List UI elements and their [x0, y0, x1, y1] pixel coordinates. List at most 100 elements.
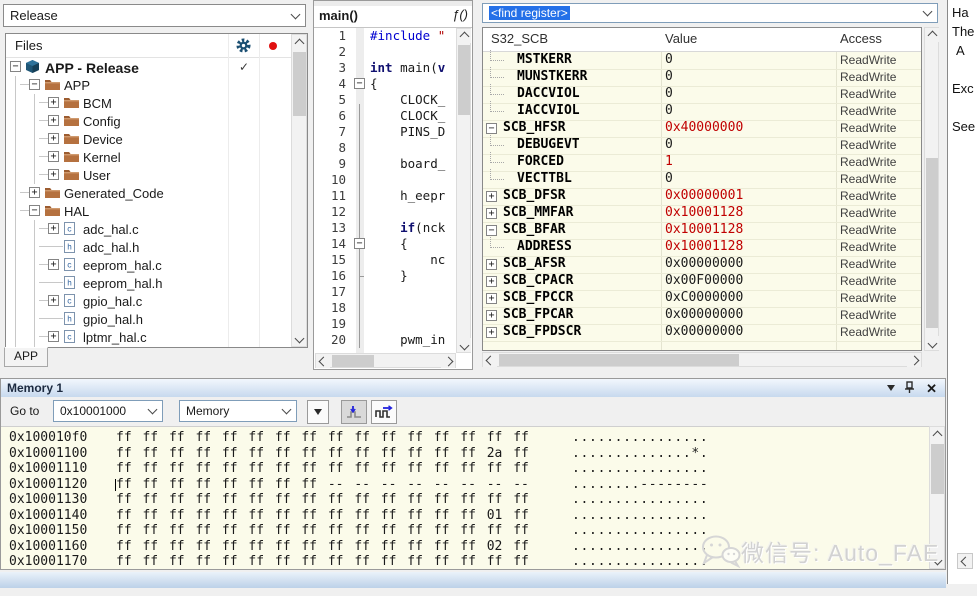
register-value[interactable]: 0x00000000	[665, 324, 743, 340]
expand-icon[interactable]: +	[48, 97, 59, 108]
expand-icon[interactable]: +	[486, 293, 497, 304]
code-line-2[interactable]: 2	[314, 44, 456, 60]
scroll-thumb[interactable]	[931, 444, 944, 494]
tree-item-adc-hal-h[interactable]: hadc_hal.h	[6, 238, 273, 256]
memory-options-dropdown-button[interactable]	[307, 400, 329, 424]
code-line-9[interactable]: 9 board_	[314, 156, 456, 172]
scroll-right-button[interactable]	[441, 354, 455, 368]
code-line-5[interactable]: 5 CLOCK_	[314, 92, 456, 108]
register-row-vecttbl[interactable]: VECTTBL0ReadWrite	[483, 171, 921, 189]
memory-title-bar[interactable]: Memory 1 ✕	[1, 379, 945, 398]
memory-bytes[interactable]: ff ff ff ff ff ff ff ff ff ff ff ff ff f…	[116, 523, 546, 539]
close-icon[interactable]: ✕	[926, 380, 937, 398]
chevron-down-icon[interactable]	[923, 7, 933, 17]
collapse-icon[interactable]: −	[29, 205, 40, 216]
register-row-scb_afsr[interactable]: +SCB_AFSR0x00000000ReadWrite	[483, 256, 921, 274]
tree-item-lptmr-hal-c[interactable]: +clptmr_hal.c	[6, 328, 273, 346]
register-value[interactable]: 1	[665, 154, 673, 170]
expand-icon[interactable]: +	[48, 331, 59, 342]
tree-item-bcm[interactable]: +BCM	[6, 94, 273, 112]
tree-item-user[interactable]: +User	[6, 166, 273, 184]
chevron-down-icon[interactable]	[291, 9, 301, 19]
scroll-right-button[interactable]	[907, 353, 921, 367]
find-register-combo[interactable]: <find register>	[482, 3, 938, 23]
memory-bytes[interactable]: ff ff ff ff ff ff ff ff ff ff ff ff ff f…	[116, 492, 546, 508]
expand-icon[interactable]: +	[486, 259, 497, 270]
fold-collapse-icon[interactable]: −	[354, 78, 365, 89]
register-row-mstkerr[interactable]: MSTKERR0ReadWrite	[483, 52, 921, 70]
expand-icon[interactable]: +	[48, 151, 59, 162]
expand-icon[interactable]: +	[48, 115, 59, 126]
expand-icon[interactable]: +	[486, 208, 497, 219]
scroll-left-button[interactable]	[483, 353, 497, 367]
scroll-up-button[interactable]	[925, 28, 939, 42]
memory-bytes[interactable]: ff ff ff ff ff ff ff ff -- -- -- -- -- -…	[116, 477, 546, 493]
scroll-down-button[interactable]	[925, 336, 939, 350]
register-value[interactable]: 0	[665, 137, 673, 153]
tree-item-kernel[interactable]: +Kernel	[6, 148, 273, 166]
code-line-3[interactable]: 3int main(v	[314, 60, 456, 76]
code-area[interactable]: 1#include "23int main(v4−{5 CLOCK_6 CLOC…	[314, 28, 456, 353]
expand-icon[interactable]: +	[486, 310, 497, 321]
scroll-thumb[interactable]	[458, 45, 470, 115]
gear-icon[interactable]	[236, 38, 251, 56]
memory-row-0x10001120[interactable]: 0x10001120ff ff ff ff ff ff ff ff -- -- …	[1, 477, 929, 493]
tree-item-gpio-hal-h[interactable]: hgpio_hal.h	[6, 310, 273, 328]
register-row-scb_dfsr[interactable]: +SCB_DFSR0x00000001ReadWrite	[483, 188, 921, 206]
scroll-down-button[interactable]	[457, 338, 471, 352]
collapse-icon[interactable]: −	[10, 61, 21, 72]
register-row-address[interactable]: ADDRESS0x10001128ReadWrite	[483, 239, 921, 257]
periodic-refresh-button[interactable]	[371, 400, 397, 424]
register-row-scb_fpccr[interactable]: +SCB_FPCCR0xC0000000ReadWrite	[483, 290, 921, 308]
register-row-scb_bfar[interactable]: −SCB_BFAR0x10001128ReadWrite	[483, 222, 921, 240]
register-value[interactable]: 0x10001128	[665, 205, 743, 221]
code-line-13[interactable]: 13 if(nck	[314, 220, 456, 236]
code-line-16[interactable]: 16 }	[314, 268, 456, 284]
tree-item-hal[interactable]: −HAL	[6, 202, 273, 220]
scroll-left-button[interactable]	[957, 553, 973, 569]
tree-item-gpio-hal-c[interactable]: +cgpio_hal.c	[6, 292, 273, 310]
code-line-4[interactable]: 4−{	[314, 76, 456, 92]
code-line-17[interactable]: 17	[314, 284, 456, 300]
collapse-icon[interactable]: −	[29, 79, 40, 90]
register-value[interactable]: 0	[665, 171, 673, 187]
build-config-selector[interactable]: Release	[3, 4, 306, 27]
collapse-icon[interactable]: −	[486, 123, 497, 134]
memory-bytes[interactable]: ff ff ff ff ff ff ff ff ff ff ff ff ff f…	[116, 554, 546, 569]
code-line-20[interactable]: 20 pwm_in	[314, 332, 456, 348]
register-value[interactable]: 0x00000001	[665, 188, 743, 204]
code-line-10[interactable]: 10	[314, 172, 456, 188]
memory-bytes[interactable]: ff ff ff ff ff ff ff ff ff ff ff ff ff f…	[116, 539, 546, 555]
tree-item-device[interactable]: +Device	[6, 130, 273, 148]
register-value[interactable]: 0	[665, 52, 673, 68]
code-line-1[interactable]: 1#include "	[314, 28, 456, 44]
editor-vertical-scrollbar[interactable]	[456, 28, 471, 353]
expand-icon[interactable]: +	[486, 276, 497, 287]
register-horizontal-scrollbar[interactable]	[482, 352, 922, 367]
register-value[interactable]: 0	[665, 103, 673, 119]
register-row-iaccviol[interactable]: IACCVIOL0ReadWrite	[483, 103, 921, 121]
register-value[interactable]: 0	[665, 86, 673, 102]
tree-item-eeprom-hal-h[interactable]: heeprom_hal.h	[6, 274, 273, 292]
function-navigation-bar[interactable]: main() ƒ()	[314, 6, 472, 28]
register-row-scb_mmfar[interactable]: +SCB_MMFAR0x10001128ReadWrite	[483, 205, 921, 223]
register-row-scb_hfsr[interactable]: −SCB_HFSR0x40000000ReadWrite	[483, 120, 921, 138]
code-line-19[interactable]: 19	[314, 316, 456, 332]
register-row-scb_fpcar[interactable]: +SCB_FPCAR0x00000000ReadWrite	[483, 307, 921, 325]
register-value[interactable]: 0x00F00000	[665, 273, 743, 289]
expand-icon[interactable]: +	[48, 295, 59, 306]
memory-row-0x10001140[interactable]: 0x10001140ff ff ff ff ff ff ff ff ff ff …	[1, 508, 929, 524]
expand-icon[interactable]: +	[29, 187, 40, 198]
register-row-forced[interactable]: FORCED1ReadWrite	[483, 154, 921, 172]
memory-row-0x100010f0[interactable]: 0x100010f0ff ff ff ff ff ff ff ff ff ff …	[1, 430, 929, 446]
code-line-7[interactable]: 7 PINS_D	[314, 124, 456, 140]
breakpoint-dot-icon[interactable]	[269, 42, 277, 50]
code-line-12[interactable]: 12	[314, 204, 456, 220]
editor-horizontal-scrollbar[interactable]	[315, 353, 456, 368]
workspace-tab-app[interactable]: APP	[4, 347, 48, 367]
scroll-up-button[interactable]	[930, 428, 944, 442]
register-row-scb_fpdscr[interactable]: +SCB_FPDSCR0x00000000ReadWrite	[483, 324, 921, 342]
register-table-header[interactable]: S32_SCB Value Access	[483, 28, 921, 52]
register-value[interactable]: 0x00000000	[665, 307, 743, 323]
tree-item-eeprom-hal-c[interactable]: +ceeprom_hal.c	[6, 256, 273, 274]
